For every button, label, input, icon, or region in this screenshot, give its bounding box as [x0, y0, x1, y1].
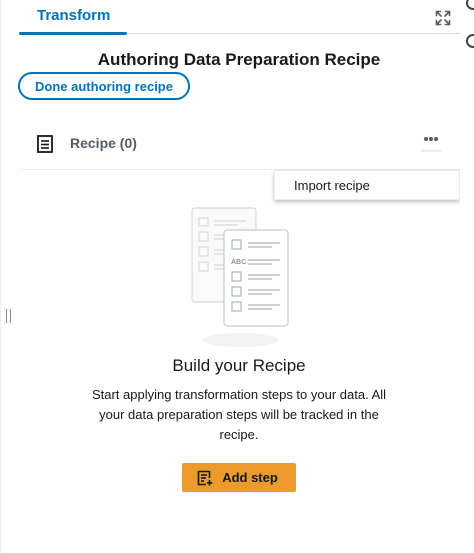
- add-step-label: Add step: [222, 470, 278, 485]
- menu-item-import-recipe[interactable]: Import recipe: [275, 171, 459, 201]
- transform-panel: Transform Authoring Data Preparation Rec…: [0, 0, 461, 553]
- panel-resize-handle[interactable]: [6, 309, 11, 323]
- illustration-abc-label: ABC: [231, 259, 246, 266]
- empty-state-title: Build your Recipe: [172, 356, 306, 375]
- add-step-button[interactable]: Add step: [182, 463, 296, 492]
- recipe-header: Recipe (0): [19, 120, 461, 170]
- done-authoring-recipe-button[interactable]: Done authoring recipe: [18, 72, 190, 100]
- adjacent-panel-edge: [460, 0, 474, 553]
- recipe-options-menu: Import recipe: [274, 170, 460, 200]
- list-icon: [37, 135, 53, 153]
- edge-circle-icon: [466, 34, 474, 48]
- edge-circle-icon: [466, 0, 474, 10]
- empty-state-description: Start applying transformation steps to y…: [91, 387, 387, 442]
- recipe-count-label: Recipe (0): [70, 135, 137, 151]
- recipe-illustration: ABC: [191, 207, 289, 347]
- tab-bar: Transform: [19, 0, 461, 35]
- tab-transform[interactable]: Transform: [19, 0, 127, 35]
- page-title: Authoring Data Preparation Recipe: [97, 50, 381, 69]
- add-step-icon: [197, 470, 213, 486]
- more-options-icon[interactable]: [419, 126, 443, 152]
- expand-icon[interactable]: [435, 10, 451, 26]
